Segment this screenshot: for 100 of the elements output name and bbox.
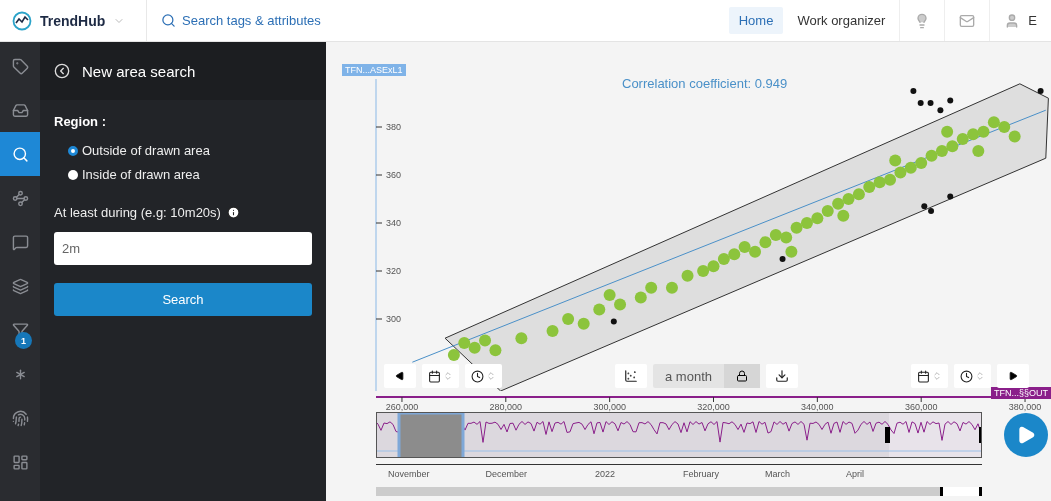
nav-tab[interactable]: Home [728, 7, 784, 34]
month-label: April [846, 469, 865, 479]
lock-icon [736, 370, 748, 382]
data-point [927, 100, 934, 106]
data-point [759, 236, 772, 249]
scatter-icon [624, 369, 638, 383]
tick-label: 320,000 [697, 402, 730, 412]
data-point [941, 125, 954, 138]
data-point [946, 140, 959, 153]
month-label: November [388, 469, 430, 479]
nav-tab[interactable]: Work organizer [787, 7, 896, 34]
data-point [717, 253, 730, 265]
data-point [935, 145, 948, 157]
data-point [894, 166, 907, 179]
sidebar-item[interactable] [0, 132, 40, 176]
mail-icon[interactable] [959, 12, 976, 29]
spinner-icon [932, 371, 942, 381]
tick-label: 360,000 [904, 402, 938, 412]
tick-label: 300,000 [593, 402, 626, 412]
data-point [468, 341, 481, 354]
lock-button[interactable] [724, 364, 760, 388]
data-point [972, 145, 985, 157]
data-point [634, 291, 647, 304]
data-point [947, 97, 954, 104]
scrollbar-thumb[interactable] [940, 487, 982, 496]
data-point [915, 157, 928, 169]
fingerprint-icon [11, 409, 29, 427]
data-point [956, 133, 969, 145]
data-point [821, 205, 834, 217]
spinner-icon [975, 371, 985, 381]
search-icon [161, 13, 176, 28]
play-button[interactable] [1004, 413, 1048, 457]
data-point [769, 229, 782, 241]
data-point [681, 269, 694, 282]
time-picker-button[interactable] [465, 364, 502, 388]
data-point [917, 100, 924, 106]
data-point [489, 344, 502, 357]
info-icon[interactable] [226, 206, 240, 219]
tick-label: 340 [386, 218, 402, 228]
tag-icon [11, 57, 29, 75]
data-point [707, 260, 720, 273]
data-point [967, 128, 980, 141]
radio-option[interactable]: Inside of drawn area [68, 167, 312, 182]
data-point [458, 337, 471, 349]
back-icon[interactable] [54, 63, 70, 79]
tick-label: 360 [386, 170, 402, 180]
data-point [546, 325, 559, 337]
download-button[interactable] [766, 364, 798, 388]
search-icon [11, 145, 29, 163]
data-point [603, 289, 616, 301]
scatter-button[interactable] [615, 364, 647, 388]
month-label: 2022 [595, 469, 616, 479]
right-arrow-icon [1008, 371, 1018, 381]
data-point [910, 88, 917, 94]
month-label: March [765, 469, 791, 479]
radio-option[interactable]: Outside of drawn area [68, 143, 312, 158]
data-point [800, 217, 813, 229]
duration-field[interactable]: 2m [54, 232, 312, 265]
timeline-navigator[interactable] [376, 412, 982, 458]
data-point [852, 188, 865, 201]
data-point [610, 318, 617, 325]
sidebar-item[interactable]: 1 [0, 308, 40, 352]
count-badge: 1 [15, 332, 32, 349]
search-link[interactable]: Search tags & attributes [161, 13, 321, 28]
dashboard-icon [11, 453, 29, 471]
time-picker-button[interactable] [954, 364, 991, 388]
y-series-tag: TFN...ASExL1 [342, 64, 406, 76]
tick-label: 340,000 [801, 402, 834, 412]
spinner-icon [443, 371, 453, 381]
tick-label: 260,000 [385, 402, 419, 412]
user-name[interactable]: E [1028, 13, 1037, 28]
data-point [977, 125, 990, 138]
next-button[interactable] [997, 364, 1029, 388]
data-point [780, 231, 793, 244]
scrollbar-track[interactable] [376, 487, 982, 496]
clock-icon [471, 369, 484, 383]
data-point [884, 173, 897, 186]
download-icon [775, 369, 789, 383]
data-point [738, 241, 751, 253]
period-selector[interactable]: a month [653, 364, 760, 388]
chart-title: Correlation coefficient: 0.949 [622, 76, 788, 91]
play-icon [1016, 425, 1036, 445]
logo-icon [12, 10, 32, 31]
data-point [832, 197, 845, 210]
data-point [728, 248, 741, 261]
brand-name: TrendHub [40, 12, 106, 29]
data-point [749, 245, 762, 258]
previous-button[interactable] [384, 364, 416, 388]
layers-icon [11, 277, 29, 295]
data-point [842, 193, 855, 205]
date-picker-button[interactable] [911, 364, 948, 388]
month-label: February [683, 469, 720, 479]
data-point [479, 334, 492, 347]
search-button[interactable]: Search [54, 283, 312, 316]
data-point [889, 154, 902, 167]
data-point [515, 332, 528, 345]
data-point [614, 298, 627, 311]
calendar-icon [428, 369, 441, 383]
tick-label: 380,000 [1008, 402, 1042, 412]
date-picker-button[interactable] [422, 364, 459, 388]
